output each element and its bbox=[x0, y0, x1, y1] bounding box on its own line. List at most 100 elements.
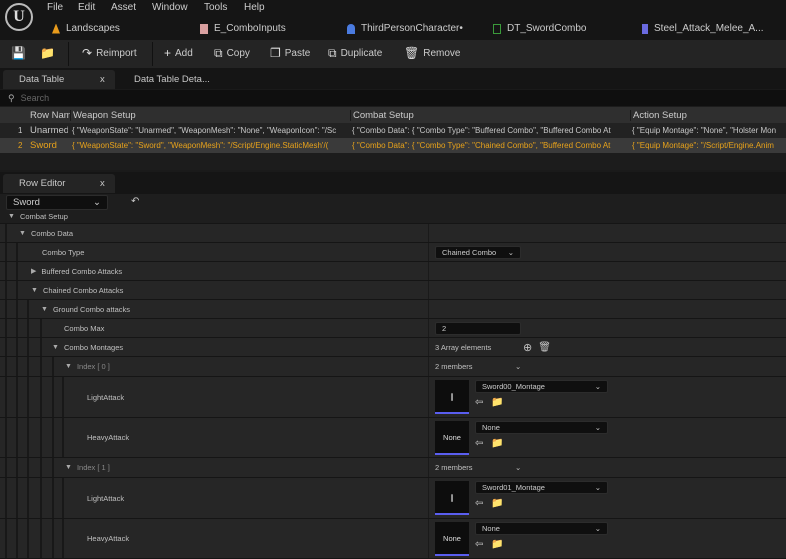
expanded-triangle-icon: ▼ bbox=[19, 229, 26, 237]
menu-edit[interactable]: Edit bbox=[78, 2, 95, 13]
table-header: Row Nam Weapon Setup Combat Setup Action… bbox=[0, 107, 786, 123]
expanded-triangle-icon: ▼ bbox=[65, 464, 72, 471]
collapsed-triangle-icon: ▶ bbox=[31, 268, 37, 275]
asset-thumbnail[interactable]: ❙ bbox=[435, 380, 469, 414]
property-heavyattack: HeavyAttack None None ⌄ ⇦ 📁 bbox=[0, 519, 786, 559]
duplicate-button[interactable]: ⧉ Duplicate bbox=[328, 46, 382, 61]
header-weapon-setup[interactable]: Weapon Setup bbox=[70, 109, 136, 121]
asset-picker-dropdown[interactable]: None ⌄ bbox=[475, 522, 608, 535]
chevron-down-icon: ⌄ bbox=[594, 483, 601, 492]
asset-tab-dt-sword-combo[interactable]: DT_SwordCombo bbox=[493, 23, 586, 34]
copy-button[interactable]: ⧉ Copy bbox=[214, 46, 250, 61]
row-select-dropdown[interactable]: Sword ⌄ bbox=[6, 195, 108, 210]
asset-tab-landscapes[interactable]: Landscapes bbox=[52, 23, 120, 34]
close-icon[interactable]: x bbox=[100, 74, 105, 85]
save-button[interactable]: 💾 bbox=[11, 46, 26, 60]
browse-folder-icon[interactable]: 📁 bbox=[491, 397, 503, 408]
remove-button[interactable]: 🗑 Remove bbox=[404, 46, 460, 60]
browse-folder-icon: 📁 bbox=[40, 46, 55, 60]
property-combo-montages[interactable]: ▼ Combo Montages 3 Array elements ⊕ 🗑 bbox=[0, 338, 786, 357]
chevron-down-icon: ⌄ bbox=[594, 423, 601, 432]
asset-tab-combo-inputs[interactable]: E_ComboInputs bbox=[200, 23, 286, 34]
asset-thumbnail[interactable]: None bbox=[435, 522, 469, 556]
header-combat-setup[interactable]: Combat Setup bbox=[350, 109, 414, 121]
paste-button[interactable]: ❐ Paste bbox=[270, 46, 310, 60]
category-combat-setup[interactable]: ▼ Combat Setup bbox=[0, 210, 786, 224]
header-action-setup[interactable]: Action Setup bbox=[630, 109, 687, 121]
add-element-icon[interactable]: ⊕ bbox=[523, 341, 532, 354]
menu-file[interactable]: File bbox=[47, 2, 63, 13]
trash-icon: 🗑 bbox=[404, 46, 420, 60]
unreal-logo-icon[interactable]: U bbox=[5, 3, 33, 31]
browse-button[interactable]: 📁 bbox=[40, 46, 55, 60]
search-input[interactable]: ⚲ Search bbox=[0, 90, 786, 106]
expanded-triangle-icon: ▼ bbox=[31, 286, 38, 294]
property-ground-combo-attacks[interactable]: ▼ Ground Combo attacks bbox=[0, 300, 786, 319]
animation-thumbnail-icon: ❙ bbox=[448, 492, 456, 502]
property-lightattack: LightAttack ❙ Sword01_Montage ⌄ ⇦ 📁 bbox=[0, 478, 786, 519]
expanded-triangle-icon: ▼ bbox=[8, 213, 15, 220]
expanded-triangle-icon: ▼ bbox=[52, 343, 59, 351]
asset-tab-steel-attack[interactable]: Steel_Attack_Melee_A... bbox=[642, 23, 764, 34]
menu-asset[interactable]: Asset bbox=[111, 2, 136, 13]
tab-data-table-details[interactable]: Data Table Deta... bbox=[118, 70, 238, 89]
array-index-row[interactable]: ▼ Index [ 0 ] 2 members ⌄ bbox=[0, 357, 786, 377]
asset-thumbnail[interactable]: ❙ bbox=[435, 481, 469, 515]
combo-max-input[interactable]: 2 bbox=[435, 321, 521, 335]
animation-icon bbox=[642, 23, 648, 34]
toolbar-divider bbox=[68, 42, 69, 66]
search-icon: ⚲ bbox=[8, 92, 15, 103]
reset-arrow-icon[interactable]: ↶ bbox=[131, 196, 139, 207]
asset-picker-dropdown[interactable]: None ⌄ bbox=[475, 421, 608, 434]
close-icon[interactable]: x bbox=[100, 178, 105, 189]
browse-folder-icon[interactable]: 📁 bbox=[491, 438, 503, 449]
property-chained-combo-attacks[interactable]: ▼ Chained Combo Attacks bbox=[0, 281, 786, 300]
chevron-down-icon: ⌄ bbox=[93, 197, 101, 208]
enum-icon bbox=[200, 23, 208, 34]
trash-icon[interactable]: 🗑 bbox=[538, 342, 551, 353]
use-selected-arrow-icon[interactable]: ⇦ bbox=[475, 397, 483, 408]
array-index-row[interactable]: ▼ Index [ 1 ] 2 members ⌄ bbox=[0, 458, 786, 478]
chevron-down-icon: ⌄ bbox=[507, 247, 514, 257]
menu-help[interactable]: Help bbox=[244, 2, 265, 13]
table-row[interactable]: 1 Unarmed { "WeaponState": "Unarmed", "W… bbox=[0, 123, 786, 138]
use-selected-arrow-icon[interactable]: ⇦ bbox=[475, 498, 483, 509]
row-editor-tabbar bbox=[0, 172, 786, 194]
reimport-icon: ↷ bbox=[82, 46, 93, 60]
asset-picker-dropdown[interactable]: Sword01_Montage ⌄ bbox=[475, 481, 608, 494]
menu-tools[interactable]: Tools bbox=[204, 2, 227, 13]
property-buffered-combo-attacks[interactable]: ▶ Buffered Combo Attacks bbox=[0, 262, 786, 281]
use-selected-arrow-icon[interactable]: ⇦ bbox=[475, 539, 483, 550]
chevron-down-icon[interactable]: ⌄ bbox=[515, 362, 521, 371]
property-combo-type: Combo Type Chained Combo ⌄ bbox=[0, 243, 786, 262]
add-button[interactable]: + Add bbox=[164, 46, 193, 60]
animation-thumbnail-icon: ❙ bbox=[448, 391, 456, 401]
chevron-down-icon[interactable]: ⌄ bbox=[515, 463, 521, 472]
table-row-selected[interactable]: 2 Sword { "WeaponState": "Sword", "Weapo… bbox=[0, 138, 786, 153]
plus-icon: + bbox=[164, 46, 172, 60]
tab-data-table[interactable]: Data Table x bbox=[3, 70, 115, 89]
property-combo-max: Combo Max 2 bbox=[0, 319, 786, 338]
use-selected-arrow-icon[interactable]: ⇦ bbox=[475, 438, 483, 449]
asset-thumbnail[interactable]: None bbox=[435, 421, 469, 455]
asset-picker-dropdown[interactable]: Sword00_Montage ⌄ bbox=[475, 380, 608, 393]
property-heavyattack: HeavyAttack None None ⌄ ⇦ 📁 bbox=[0, 418, 786, 458]
combo-type-dropdown[interactable]: Chained Combo ⌄ bbox=[435, 245, 521, 259]
property-lightattack: LightAttack ❙ Sword00_Montage ⌄ ⇦ 📁 bbox=[0, 377, 786, 418]
paste-icon: ❐ bbox=[270, 46, 281, 60]
duplicate-icon: ⧉ bbox=[328, 46, 337, 60]
chevron-down-icon: ⌄ bbox=[594, 524, 601, 533]
blueprint-character-icon bbox=[347, 23, 355, 34]
menu-window[interactable]: Window bbox=[152, 2, 188, 13]
category-combo-data[interactable]: ▼ Combo Data bbox=[0, 224, 786, 243]
header-row-name[interactable]: Row Nam bbox=[30, 110, 72, 121]
reimport-button[interactable]: ↷ Reimport bbox=[82, 46, 137, 60]
toolbar-divider bbox=[152, 42, 153, 66]
expanded-triangle-icon: ▼ bbox=[41, 305, 48, 313]
datatable-icon bbox=[493, 23, 501, 34]
asset-tab-third-person-character[interactable]: ThirdPersonCharacter• bbox=[347, 23, 463, 34]
browse-folder-icon[interactable]: 📁 bbox=[491, 498, 503, 509]
tab-row-editor[interactable]: Row Editor x bbox=[3, 174, 115, 193]
browse-folder-icon[interactable]: 📁 bbox=[491, 539, 503, 550]
save-icon: 💾 bbox=[11, 46, 26, 60]
